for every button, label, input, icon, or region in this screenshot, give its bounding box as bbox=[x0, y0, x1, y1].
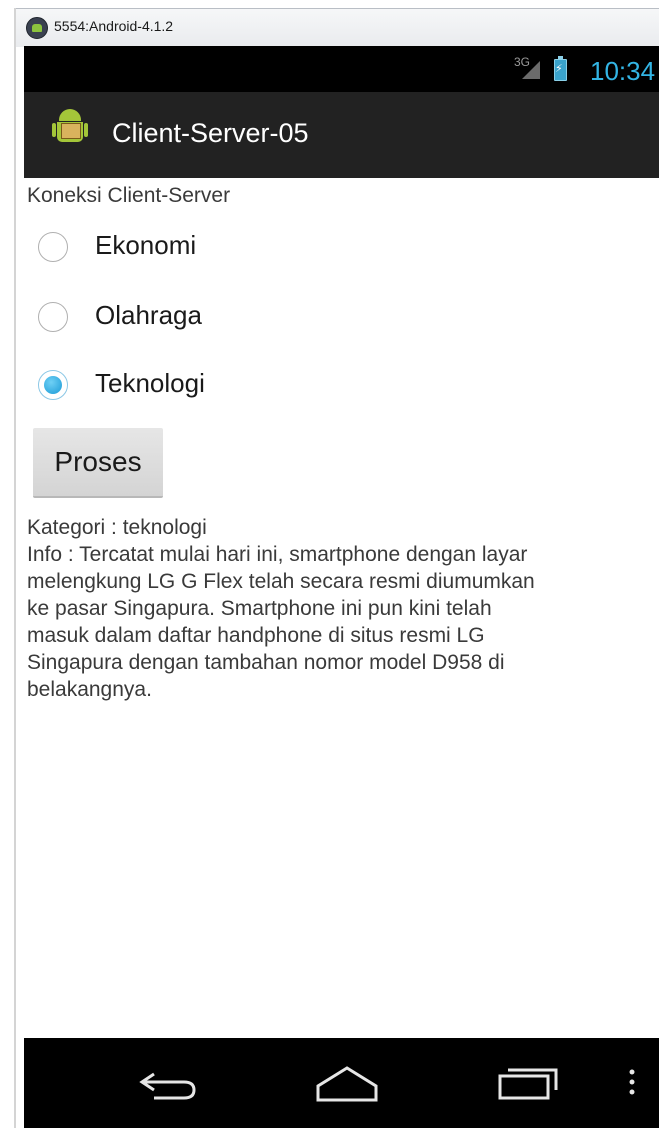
signal-strength bbox=[522, 61, 540, 79]
status-time: 10:34 bbox=[590, 56, 656, 86]
battery-charging-icon bbox=[554, 56, 567, 81]
button-label[interactable]: Proses bbox=[33, 446, 163, 478]
android-app-icon bbox=[52, 109, 88, 149]
radio-option-teknologi[interactable]: Teknologi bbox=[24, 356, 324, 416]
android-emulator-icon bbox=[26, 17, 48, 39]
result-line: Info : Tercatat mulai hari ini, smartpho… bbox=[27, 543, 528, 566]
recent-apps-icon[interactable] bbox=[494, 1058, 564, 1102]
window-left-edge bbox=[14, 8, 16, 1128]
radio-label[interactable]: Olahraga bbox=[95, 300, 202, 331]
radio-button[interactable] bbox=[38, 302, 68, 332]
page-heading: Koneksi Client-Server bbox=[27, 184, 231, 207]
radio-label[interactable]: Ekonomi bbox=[95, 230, 196, 261]
result-line: melengkung LG G Flex telah secara resmi … bbox=[27, 570, 535, 593]
emulator-window: 5554:Android-4.1.2 3G 10:34 Client-Serve… bbox=[0, 0, 659, 1128]
window-title-bar[interactable]: 5554:Android-4.1.2 bbox=[16, 8, 659, 47]
radio-option-olahraga[interactable]: Olahraga bbox=[24, 288, 324, 348]
signal-icon: 3G bbox=[514, 55, 544, 83]
radio-label[interactable]: Teknologi bbox=[95, 368, 205, 399]
navigation-bar bbox=[24, 1038, 659, 1128]
result-text: Kategori : teknologi Info : Tercatat mul… bbox=[27, 514, 657, 703]
result-line: Kategori : teknologi bbox=[27, 516, 207, 539]
result-line: ke pasar Singapura. Smartphone ini pun k… bbox=[27, 597, 492, 620]
back-icon[interactable] bbox=[132, 1060, 202, 1104]
app-title: Client-Server-05 bbox=[112, 118, 309, 148]
result-line: belakangnya. bbox=[27, 678, 152, 701]
action-bar: Client-Server-05 bbox=[24, 92, 659, 180]
main-content: Koneksi Client-Server Ekonomi Olahraga T… bbox=[24, 178, 659, 1038]
device-screen: 3G 10:34 Client-Server-05 Koneksi Client… bbox=[24, 46, 659, 1128]
radio-button-checked[interactable] bbox=[38, 370, 68, 400]
status-bar: 3G 10:34 bbox=[24, 46, 659, 92]
result-line: masuk dalam daftar handphone di situs re… bbox=[27, 624, 485, 647]
radio-button[interactable] bbox=[38, 232, 68, 262]
home-icon[interactable] bbox=[312, 1060, 382, 1104]
menu-icon[interactable] bbox=[622, 1062, 642, 1106]
proses-button[interactable]: Proses bbox=[33, 428, 163, 498]
window-title: 5554:Android-4.1.2 bbox=[54, 18, 174, 34]
result-line: Singapura dengan tambahan nomor model D9… bbox=[27, 651, 505, 674]
radio-option-ekonomi[interactable]: Ekonomi bbox=[24, 218, 324, 278]
